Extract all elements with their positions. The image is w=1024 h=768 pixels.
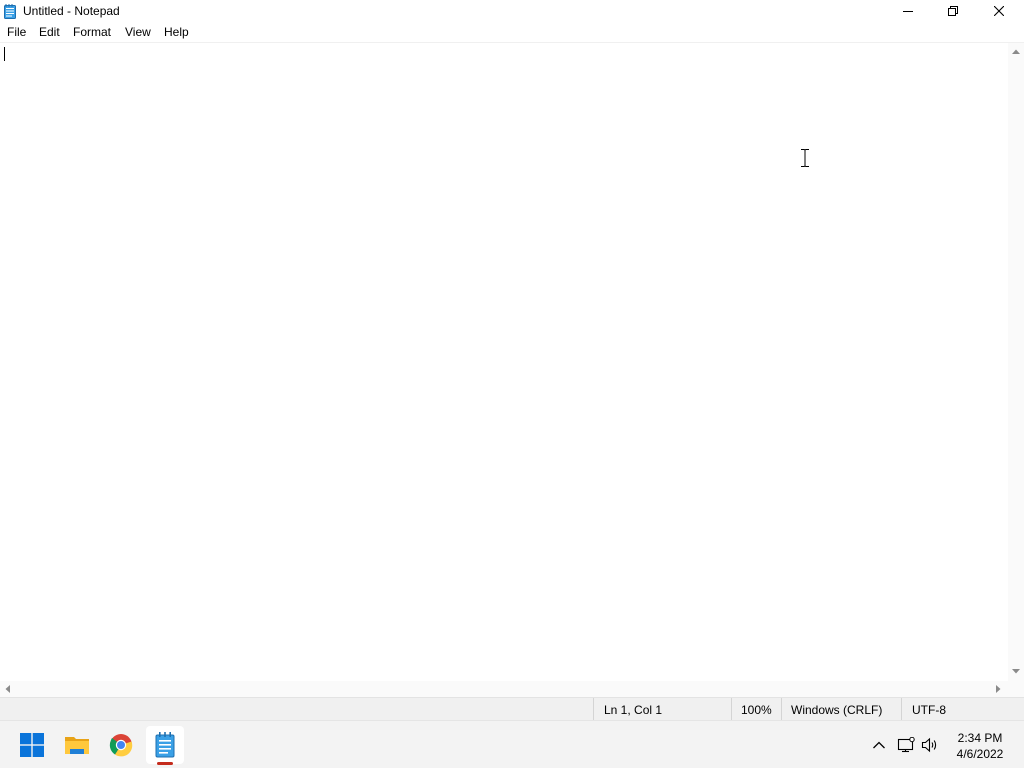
menu-view[interactable]: View bbox=[125, 25, 151, 39]
file-explorer-button[interactable] bbox=[58, 726, 96, 764]
chrome-icon bbox=[109, 734, 133, 757]
status-bar: Ln 1, Col 1 100% Windows (CRLF) UTF-8 bbox=[0, 697, 1024, 721]
network-icon bbox=[897, 737, 915, 753]
close-button[interactable] bbox=[976, 0, 1022, 22]
network-button[interactable] bbox=[897, 736, 915, 754]
start-button[interactable] bbox=[13, 726, 51, 764]
vertical-scrollbar[interactable] bbox=[1008, 43, 1024, 681]
start-icon bbox=[20, 733, 44, 757]
menu-help[interactable]: Help bbox=[164, 25, 189, 39]
status-zoom: 100% bbox=[741, 703, 772, 717]
status-encoding: UTF-8 bbox=[912, 703, 946, 717]
minimize-icon bbox=[903, 11, 913, 12]
chrome-button[interactable] bbox=[102, 726, 140, 764]
text-editor[interactable] bbox=[0, 43, 1007, 681]
status-position-segment: Ln 1, Col 1 bbox=[593, 698, 731, 721]
volume-icon bbox=[921, 737, 937, 753]
volume-button[interactable] bbox=[921, 736, 939, 754]
clock-date: 4/6/2022 bbox=[956, 747, 1004, 761]
scroll-left-icon[interactable] bbox=[4, 684, 12, 694]
title-bar[interactable]: Untitled - Notepad bbox=[0, 0, 1024, 22]
chevron-up-icon bbox=[873, 741, 885, 749]
scroll-up-icon[interactable] bbox=[1011, 48, 1021, 56]
notepad-icon bbox=[155, 732, 175, 758]
status-zoom-segment: 100% bbox=[731, 698, 781, 721]
window-title: Untitled - Notepad bbox=[23, 4, 120, 18]
clock[interactable]: 2:34 PM 4/6/2022 bbox=[950, 730, 1010, 762]
status-line-ending: Windows (CRLF) bbox=[791, 703, 883, 717]
horizontal-scrollbar[interactable] bbox=[0, 681, 1008, 697]
scrollbar-corner bbox=[1008, 681, 1024, 697]
status-encoding-segment: UTF-8 bbox=[901, 698, 1024, 721]
scroll-right-icon[interactable] bbox=[994, 684, 1002, 694]
clock-time: 2:34 PM bbox=[957, 731, 1003, 745]
status-line-ending-segment: Windows (CRLF) bbox=[781, 698, 901, 721]
restore-icon bbox=[948, 6, 958, 16]
ibeam-cursor-icon bbox=[801, 149, 809, 167]
scroll-down-icon[interactable] bbox=[1011, 667, 1021, 675]
restore-button[interactable] bbox=[930, 0, 976, 22]
notepad-taskbar-button[interactable] bbox=[146, 726, 184, 764]
minimize-button[interactable] bbox=[885, 0, 931, 22]
active-app-indicator bbox=[157, 762, 173, 765]
menu-format[interactable]: Format bbox=[73, 25, 111, 39]
close-icon bbox=[994, 6, 1004, 16]
text-caret bbox=[4, 47, 5, 61]
menu-bar: File Edit Format View Help bbox=[0, 22, 1024, 43]
status-position: Ln 1, Col 1 bbox=[604, 703, 663, 717]
menu-file[interactable]: File bbox=[7, 25, 26, 39]
show-hidden-icons-button[interactable] bbox=[870, 736, 888, 754]
taskbar: 2:34 PM 4/6/2022 bbox=[0, 720, 1024, 768]
notepad-app-icon[interactable] bbox=[4, 4, 16, 19]
file-explorer-icon bbox=[65, 737, 89, 754]
menu-edit[interactable]: Edit bbox=[39, 25, 60, 39]
